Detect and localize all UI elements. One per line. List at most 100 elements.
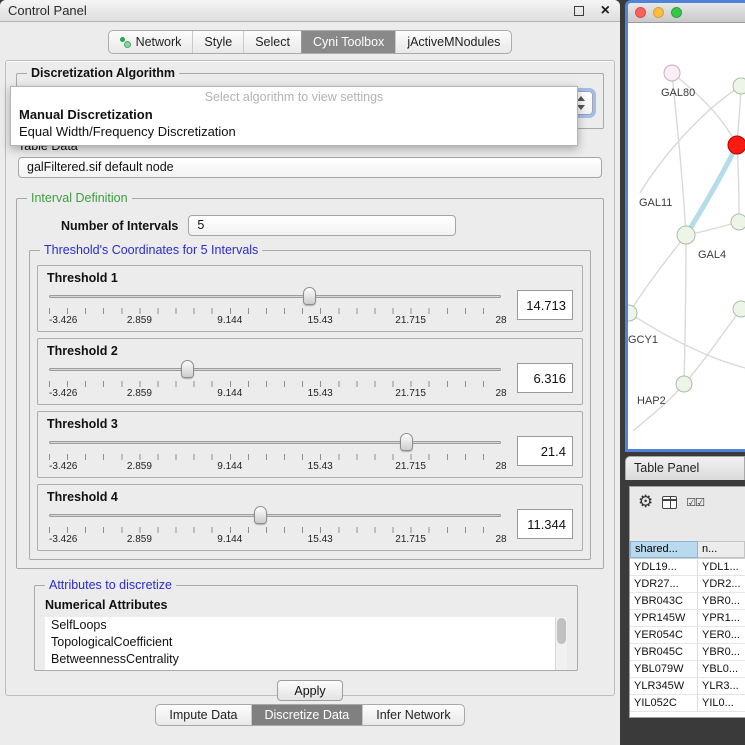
slider-tick-labels: -3.4262.8599.14415.4321.71528 <box>49 534 501 547</box>
network-node[interactable] <box>728 136 745 154</box>
apply-button[interactable]: Apply <box>277 680 343 701</box>
table-cell[interactable]: YIL052C <box>630 695 698 711</box>
table-body[interactable]: YDL19...YDL1...YDR27...YDR2...YBR043CYBR… <box>630 558 745 718</box>
table-cell[interactable]: YBL0... <box>698 661 745 677</box>
close-traffic-light[interactable] <box>635 7 646 18</box>
table-row[interactable]: YDR27...YDR2... <box>630 576 745 593</box>
control-panel-titlebar[interactable]: Control Panel × <box>0 0 620 22</box>
table-cell[interactable]: YPR1... <box>698 610 745 626</box>
bottom-tab-impute-data[interactable]: Impute Data <box>156 705 250 725</box>
network-edge <box>640 86 741 193</box>
table-row[interactable]: YBR045CYBR0... <box>630 644 745 661</box>
network-window-titlebar[interactable] <box>628 3 745 23</box>
slider-track[interactable] <box>49 441 501 444</box>
table-cell[interactable]: YER0... <box>698 627 745 643</box>
table-data-combobox[interactable]: galFiltered.sif default node <box>18 157 602 178</box>
gear-icon[interactable]: ⚙ <box>638 494 653 511</box>
network-node[interactable] <box>628 305 637 321</box>
table-cell[interactable]: YBR0... <box>698 644 745 660</box>
tab-network[interactable]: Network <box>109 31 193 53</box>
tab-style[interactable]: Style <box>192 31 243 53</box>
table-cell[interactable]: YER054C <box>630 627 698 643</box>
network-node[interactable] <box>676 376 692 392</box>
table-row[interactable]: YIL052CYIL0... <box>630 695 745 712</box>
table-row[interactable]: YLR345WYLR3... <box>630 678 745 695</box>
threshold-slider[interactable]: -3.4262.8599.14415.4321.71528 <box>47 286 503 330</box>
threshold-label: Threshold 1 <box>47 271 573 285</box>
network-node[interactable] <box>731 214 745 230</box>
table-cell[interactable]: YBR045C <box>630 644 698 660</box>
tab-jactivemnodules[interactable]: jActiveMNodules <box>395 31 511 53</box>
number-of-intervals-combobox[interactable]: 5 <box>188 215 456 236</box>
table-window: ⚙ ☑☑ shared... n... YDL19...YDL1...YDR27… <box>629 486 745 718</box>
slider-thumb[interactable] <box>400 433 413 451</box>
column-header-name[interactable]: n... <box>698 541 745 558</box>
combo-arrows-icon[interactable] <box>577 96 586 110</box>
network-node[interactable] <box>733 301 745 317</box>
tab-cyni-toolbox[interactable]: Cyni Toolbox <box>301 31 395 53</box>
threshold-slider[interactable]: -3.4262.8599.14415.4321.71528 <box>47 505 503 549</box>
table-row[interactable]: YBL079WYBL0... <box>630 661 745 678</box>
network-node[interactable] <box>733 78 745 94</box>
slider-ruler <box>49 527 501 533</box>
select-columns-icon[interactable]: ☑☑ <box>686 496 704 509</box>
network-canvas[interactable]: GAL80GAL11GAL4GCY1HAP2 <box>628 23 745 449</box>
tick-label: -3.426 <box>49 315 77 326</box>
dropdown-option[interactable]: Equal Width/Frequency Discretization <box>11 123 577 140</box>
tab-select[interactable]: Select <box>243 31 301 53</box>
table-cell[interactable]: YLR3... <box>698 678 745 694</box>
table-cell[interactable]: YBR043C <box>630 593 698 609</box>
slider-ruler <box>49 381 501 387</box>
threshold-slider[interactable]: -3.4262.8599.14415.4321.71528 <box>47 432 503 476</box>
slider-thumb[interactable] <box>303 287 316 305</box>
threshold-slider[interactable]: -3.4262.8599.14415.4321.71528 <box>47 359 503 403</box>
column-header-shared-name[interactable]: shared... <box>630 541 698 558</box>
list-item[interactable]: SelfLoops <box>45 617 567 634</box>
threshold-panel: Threshold 4 -3.4262.8599.14415.4321.7152… <box>37 484 583 551</box>
table-cell[interactable]: YBL079W <box>630 661 698 677</box>
list-item[interactable]: BetweennessCentrality <box>45 651 567 668</box>
bottom-tab-infer-network[interactable]: Infer Network <box>362 705 463 725</box>
table-cell[interactable]: YDL19... <box>630 559 698 575</box>
dropdown-option[interactable]: Manual Discretization <box>11 106 577 123</box>
minimize-traffic-light[interactable] <box>653 7 664 18</box>
attribute-list-scrollbar[interactable] <box>555 617 567 670</box>
slider-thumb[interactable] <box>254 506 267 524</box>
threshold-value: 11.344 <box>517 509 573 539</box>
slider-track[interactable] <box>49 368 501 371</box>
table-cell[interactable]: YDR27... <box>630 576 698 592</box>
columns-icon[interactable] <box>662 496 677 509</box>
scrollbar-thumb[interactable] <box>557 618 566 644</box>
thresholds-group: Threshold's Coordinates for 5 Intervals … <box>29 250 591 560</box>
close-icon[interactable]: × <box>601 1 610 21</box>
table-row[interactable]: YBR043CYBR0... <box>630 593 745 610</box>
list-item[interactable]: TopologicalCoefficient <box>45 634 567 651</box>
tick-label: 28 <box>495 461 506 472</box>
network-view-window[interactable]: GAL80GAL11GAL4GCY1HAP2 <box>625 0 745 452</box>
attribute-list[interactable]: SelfLoopsTopologicalCoefficientBetweenne… <box>45 617 567 670</box>
table-toolbar-gap <box>630 517 745 541</box>
table-cell[interactable]: YDR2... <box>698 576 745 592</box>
table-row[interactable]: YPR145WYPR1... <box>630 610 745 627</box>
network-node[interactable] <box>664 65 680 81</box>
group-legend: Interval Definition <box>27 191 132 205</box>
table-row[interactable]: YDL19...YDL1... <box>630 559 745 576</box>
table-row[interactable]: YER054CYER0... <box>630 627 745 644</box>
table-cell[interactable]: YBR0... <box>698 593 745 609</box>
table-cell[interactable]: YPR145W <box>630 610 698 626</box>
table-panel-titlebar[interactable]: Table Panel <box>625 456 745 480</box>
table-cell[interactable]: YLR345W <box>630 678 698 694</box>
slider-track[interactable] <box>49 514 501 517</box>
table-toolbar: ⚙ ☑☑ <box>630 487 745 517</box>
tab-label: Network <box>136 35 182 49</box>
bottom-tab-discretize-data[interactable]: Discretize Data <box>251 705 363 725</box>
slider-thumb[interactable] <box>181 360 194 378</box>
table-cell[interactable]: YDL1... <box>698 559 745 575</box>
tick-label: 15.43 <box>308 534 333 545</box>
network-node[interactable] <box>677 226 695 244</box>
numerical-attributes-label: Numerical Attributes <box>45 598 567 612</box>
table-cell[interactable]: YIL0... <box>698 695 745 711</box>
zoom-traffic-light[interactable] <box>671 7 682 18</box>
undock-icon[interactable] <box>574 6 584 16</box>
slider-track[interactable] <box>49 295 501 298</box>
